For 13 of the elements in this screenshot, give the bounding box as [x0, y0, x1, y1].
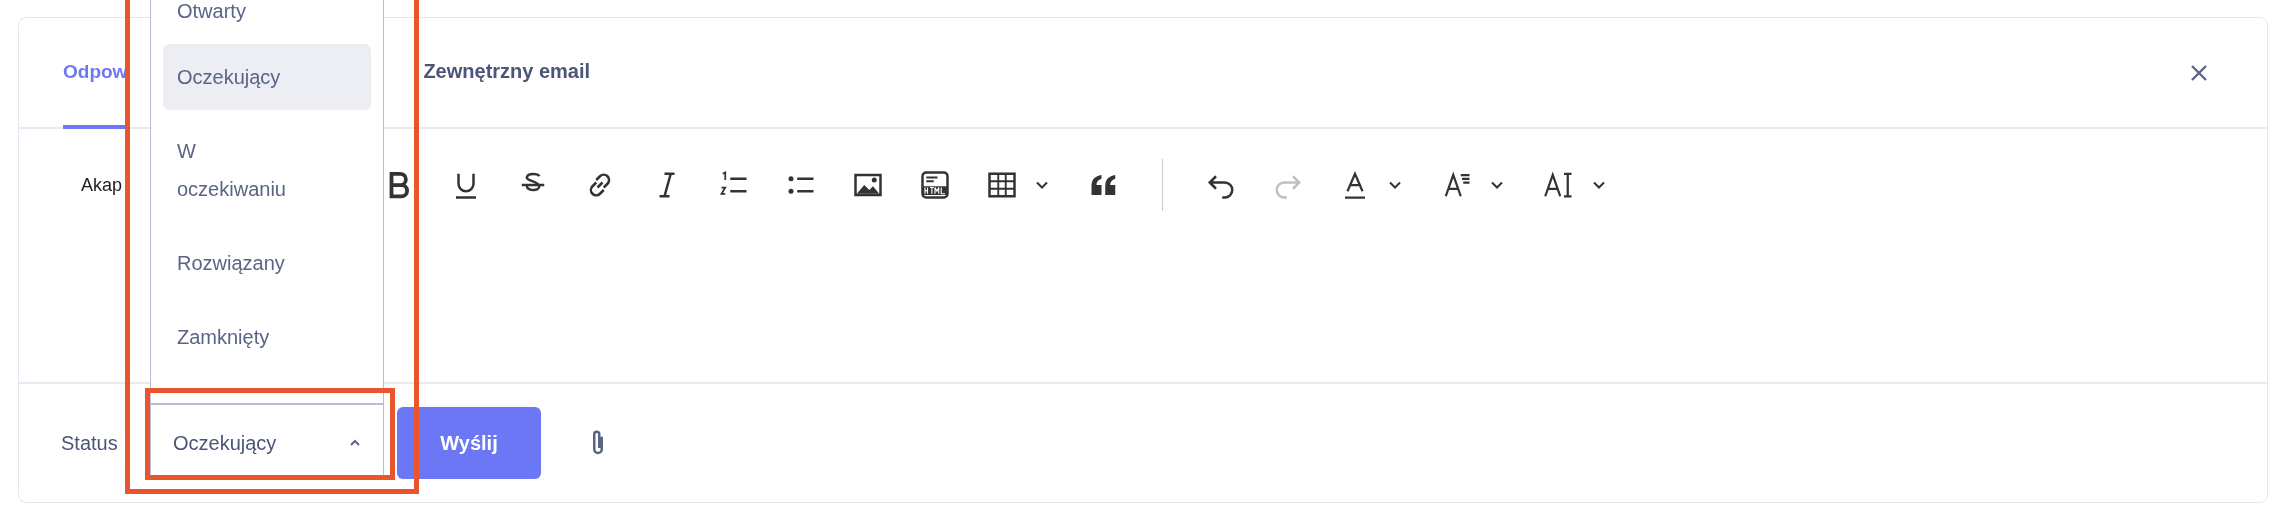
status-label: Status — [61, 431, 119, 455]
status-option[interactable]: Zamknięty — [163, 304, 371, 370]
text-format-icon[interactable] — [1442, 170, 1472, 200]
send-button[interactable]: Wyślij — [397, 407, 541, 479]
tab[interactable]: Odpow — [63, 18, 128, 129]
status-option[interactable]: Rozwiązany — [163, 230, 371, 296]
html-icon[interactable] — [920, 170, 950, 200]
tab[interactable]: Zewnętrzny email — [423, 18, 591, 129]
status-option[interactable]: Oczekujący — [163, 44, 371, 110]
status-option[interactable]: Otwarty — [163, 0, 371, 36]
table-icon[interactable] — [987, 170, 1017, 200]
status-option[interactable]: W oczekiwaniu — [163, 118, 371, 222]
line-height-icon[interactable] — [1544, 170, 1574, 200]
